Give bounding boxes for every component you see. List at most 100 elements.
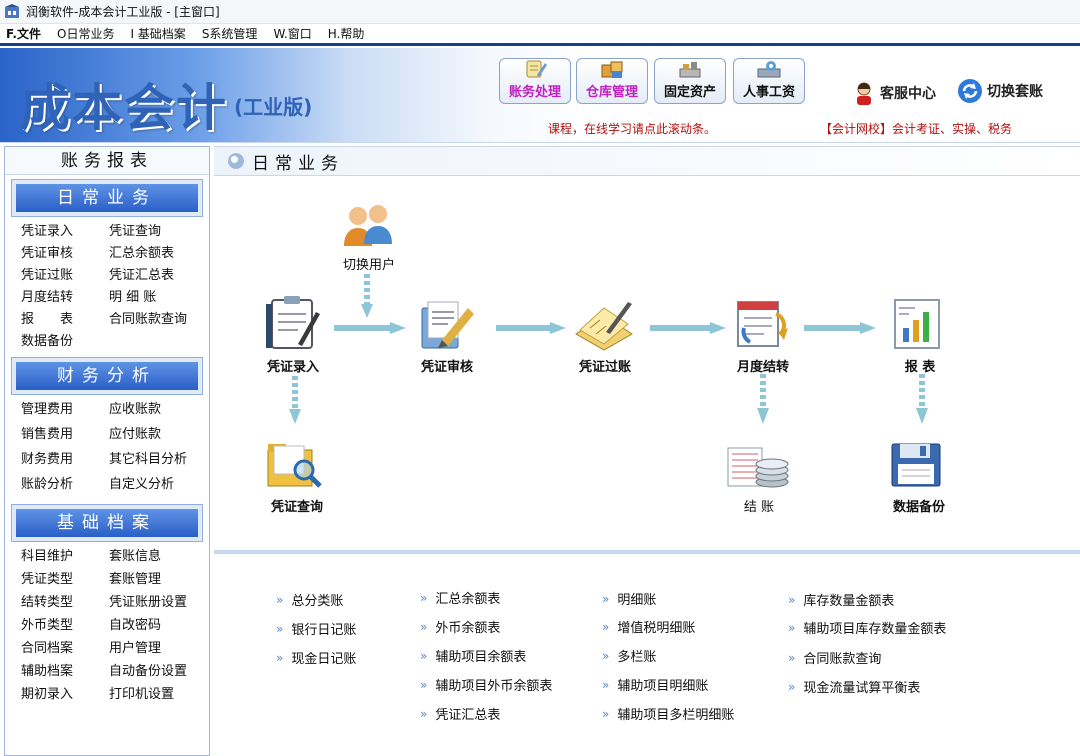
fixed-assets-module-button[interactable]: 固定资产	[654, 58, 726, 104]
sidebar-item-voucher-query[interactable]: 凭证查询	[109, 221, 209, 243]
sidebar-item-aging-analysis[interactable]: 账龄分析	[21, 474, 109, 496]
report-link-inventory-amount[interactable]: » 库存数量金额表	[788, 590, 895, 610]
report-link-auxiliary-balance[interactable]: » 辅助项目余额表	[420, 646, 527, 666]
report-link-auxiliary-foreign-balance[interactable]: » 辅助项目外币余额表	[420, 675, 552, 695]
sidebar-item-other-subject-analysis[interactable]: 其它科目分析	[109, 449, 209, 471]
sidebar-item-custom-analysis[interactable]: 自定义分析	[109, 474, 209, 496]
report-link-detail-ledger[interactable]: » 明细账	[602, 589, 656, 609]
menu-file[interactable]: F.文件	[6, 25, 41, 42]
sidebar-item-change-password[interactable]: 自改密码	[109, 615, 209, 637]
menu-system-management[interactable]: S系统管理	[202, 25, 258, 42]
sidebar-item-management-expense[interactable]: 管理费用	[21, 399, 109, 421]
report-link-label: 辅助项目余额表	[435, 650, 527, 665]
report-link-vat-detail[interactable]: » 增值税明细账	[602, 617, 696, 637]
menu-basic-archive[interactable]: I 基础档案	[130, 25, 185, 42]
menu-help[interactable]: H.帮助	[328, 25, 365, 42]
voucher-query-label: 凭证查询	[270, 500, 323, 515]
arrow-down-icon	[289, 376, 301, 424]
clipboard-icon	[266, 296, 320, 349]
warehouse-module-button[interactable]: 仓库管理	[576, 58, 648, 104]
closing-node[interactable]: 结 账	[724, 434, 794, 515]
report-link-label: 库存数量金额表	[803, 594, 895, 609]
sidebar-item-currency-type[interactable]: 外币类型	[21, 615, 109, 637]
posting-icon	[575, 302, 633, 351]
report-link-cash-journal[interactable]: » 现金日记账	[276, 648, 357, 668]
report-link-general-ledger[interactable]: » 总分类账	[276, 590, 343, 610]
sidebar-item-voucher-audit[interactable]: 凭证审核	[21, 243, 109, 265]
title-bar: 润衡软件-成本会计工业版 - [主窗口]	[0, 0, 1080, 24]
sidebar-item-account-set-info[interactable]: 套账信息	[109, 546, 209, 568]
sidebar-item-detail-ledger[interactable]: 明 细 账	[109, 287, 209, 309]
sidebar-item-voucher-type[interactable]: 凭证类型	[21, 569, 109, 591]
menu-window[interactable]: W.窗口	[273, 25, 311, 42]
voucher-posting-node[interactable]: 凭证过账	[570, 294, 640, 375]
sidebar-item-user-management[interactable]: 用户管理	[109, 638, 209, 660]
sidebar-item-month-end[interactable]: 月度结转	[21, 287, 109, 309]
report-link-foreign-balance[interactable]: » 外币余额表	[420, 617, 500, 637]
sidebar-item-voucher-book-settings[interactable]: 凭证账册设置	[109, 592, 209, 614]
report-link-contract-query[interactable]: » 合同账款查询	[788, 648, 882, 668]
chevron-right-icon: »	[602, 591, 610, 606]
sidebar-item-carryover-type[interactable]: 结转类型	[21, 592, 109, 614]
switch-user-label: 切换用户	[342, 258, 395, 273]
sidebar-item-contract-archive[interactable]: 合同档案	[21, 638, 109, 660]
sidebar-item-receivables[interactable]: 应收账款	[109, 399, 209, 421]
report-link-auxiliary-inventory[interactable]: » 辅助项目库存数量金额表	[788, 618, 946, 638]
data-backup-node[interactable]: 数据备份	[884, 434, 954, 515]
sidebar-item-voucher-summary[interactable]: 凭证汇总表	[109, 265, 209, 287]
menu-daily-business[interactable]: O日常业务	[57, 25, 114, 42]
sidebar-item-balance-summary[interactable]: 汇总余额表	[109, 243, 209, 265]
sidebar-item-financial-expense[interactable]: 财务费用	[21, 449, 109, 471]
sidebar-item-subject-maintenance[interactable]: 科目维护	[21, 546, 109, 568]
voucher-query-node[interactable]: 凭证查询	[262, 434, 332, 515]
school-marquee[interactable]: 【会计网校】会计考证、实操、税务	[820, 120, 1012, 137]
sidebar-item-printer-settings[interactable]: 打印机设置	[109, 684, 209, 706]
sidebar-item-voucher-posting[interactable]: 凭证过账	[21, 265, 109, 287]
folder-search-icon	[267, 444, 322, 488]
report-link-voucher-summary[interactable]: » 凭证汇总表	[420, 704, 500, 724]
sidebar-item-reports[interactable]: 报 表	[21, 309, 109, 331]
sidebar-item-contract-query[interactable]: 合同账款查询	[109, 309, 209, 331]
sidebar-item-voucher-entry[interactable]: 凭证录入	[21, 221, 109, 243]
voucher-audit-node[interactable]: 凭证审核	[412, 294, 482, 375]
payroll-module-button[interactable]: 人事工资	[733, 58, 805, 104]
report-link-label: 汇总余额表	[435, 592, 501, 607]
workflow-area: 切换用户 凭证录入 凭证审核 凭证过账 月度结转 报 表 凭证查询 结 账 数据…	[214, 176, 1080, 554]
report-links-area: » 总分类账 » 银行日记账 » 现金日记账 » 汇总余额表 » 外币余额表 » 辅助项目余…	[214, 558, 1080, 756]
voucher-entry-node[interactable]: 凭证录入	[258, 294, 328, 375]
report-link-auxiliary-multi-column[interactable]: » 辅助项目多栏明细账	[602, 704, 734, 724]
sidebar-item-auxiliary-archive[interactable]: 辅助档案	[21, 661, 109, 683]
payroll-module-label: 人事工资	[742, 85, 795, 100]
report-link-label: 增值税明细账	[617, 621, 696, 636]
chevron-right-icon: »	[602, 706, 610, 721]
sidebar-item-account-set-management[interactable]: 套账管理	[109, 569, 209, 591]
sidebar-item-data-backup[interactable]: 数据备份	[21, 331, 109, 353]
report-link-balance-summary[interactable]: » 汇总余额表	[420, 588, 501, 608]
section-financial-analysis-header[interactable]: 财务分析	[11, 357, 203, 395]
report-link-label: 合同账款查询	[803, 652, 882, 667]
switch-account-set-link[interactable]: 切换套账	[957, 78, 1043, 104]
accounts-module-button[interactable]: 账务处理	[499, 58, 571, 104]
sidebar-item-opening-entry[interactable]: 期初录入	[21, 684, 109, 706]
arrow-right-icon	[804, 322, 876, 334]
switch-user-node[interactable]: 切换用户	[334, 202, 404, 273]
closing-label: 结 账	[743, 500, 775, 515]
floppy-disk-icon	[891, 443, 941, 487]
sidebar-item-payables[interactable]: 应付账款	[109, 424, 209, 446]
report-link-multi-column[interactable]: » 多栏账	[602, 646, 656, 666]
sidebar-item-auto-backup-settings[interactable]: 自动备份设置	[109, 661, 209, 683]
month-end-node[interactable]: 月度结转	[728, 294, 798, 375]
fixed-assets-icon	[679, 62, 701, 78]
payroll-icon	[757, 61, 781, 78]
report-link-auxiliary-detail[interactable]: » 辅助项目明细账	[602, 675, 708, 695]
sidebar-item-sales-expense[interactable]: 销售费用	[21, 424, 109, 446]
section-basic-archive-header[interactable]: 基础档案	[11, 504, 203, 542]
report-link-bank-journal[interactable]: » 银行日记账	[276, 619, 356, 639]
section-daily-business-header[interactable]: 日常业务	[11, 179, 203, 217]
course-marquee[interactable]: 课程，在线学习请点此滚动条。	[548, 120, 716, 137]
reports-node[interactable]: 报 表	[885, 294, 955, 375]
report-link-cashflow-trial-balance[interactable]: » 现金流量试算平衡表	[788, 677, 920, 697]
bullet-icon	[228, 153, 244, 169]
customer-service-link[interactable]: 客服中心	[852, 81, 936, 105]
report-link-label: 现金日记账	[291, 652, 357, 667]
